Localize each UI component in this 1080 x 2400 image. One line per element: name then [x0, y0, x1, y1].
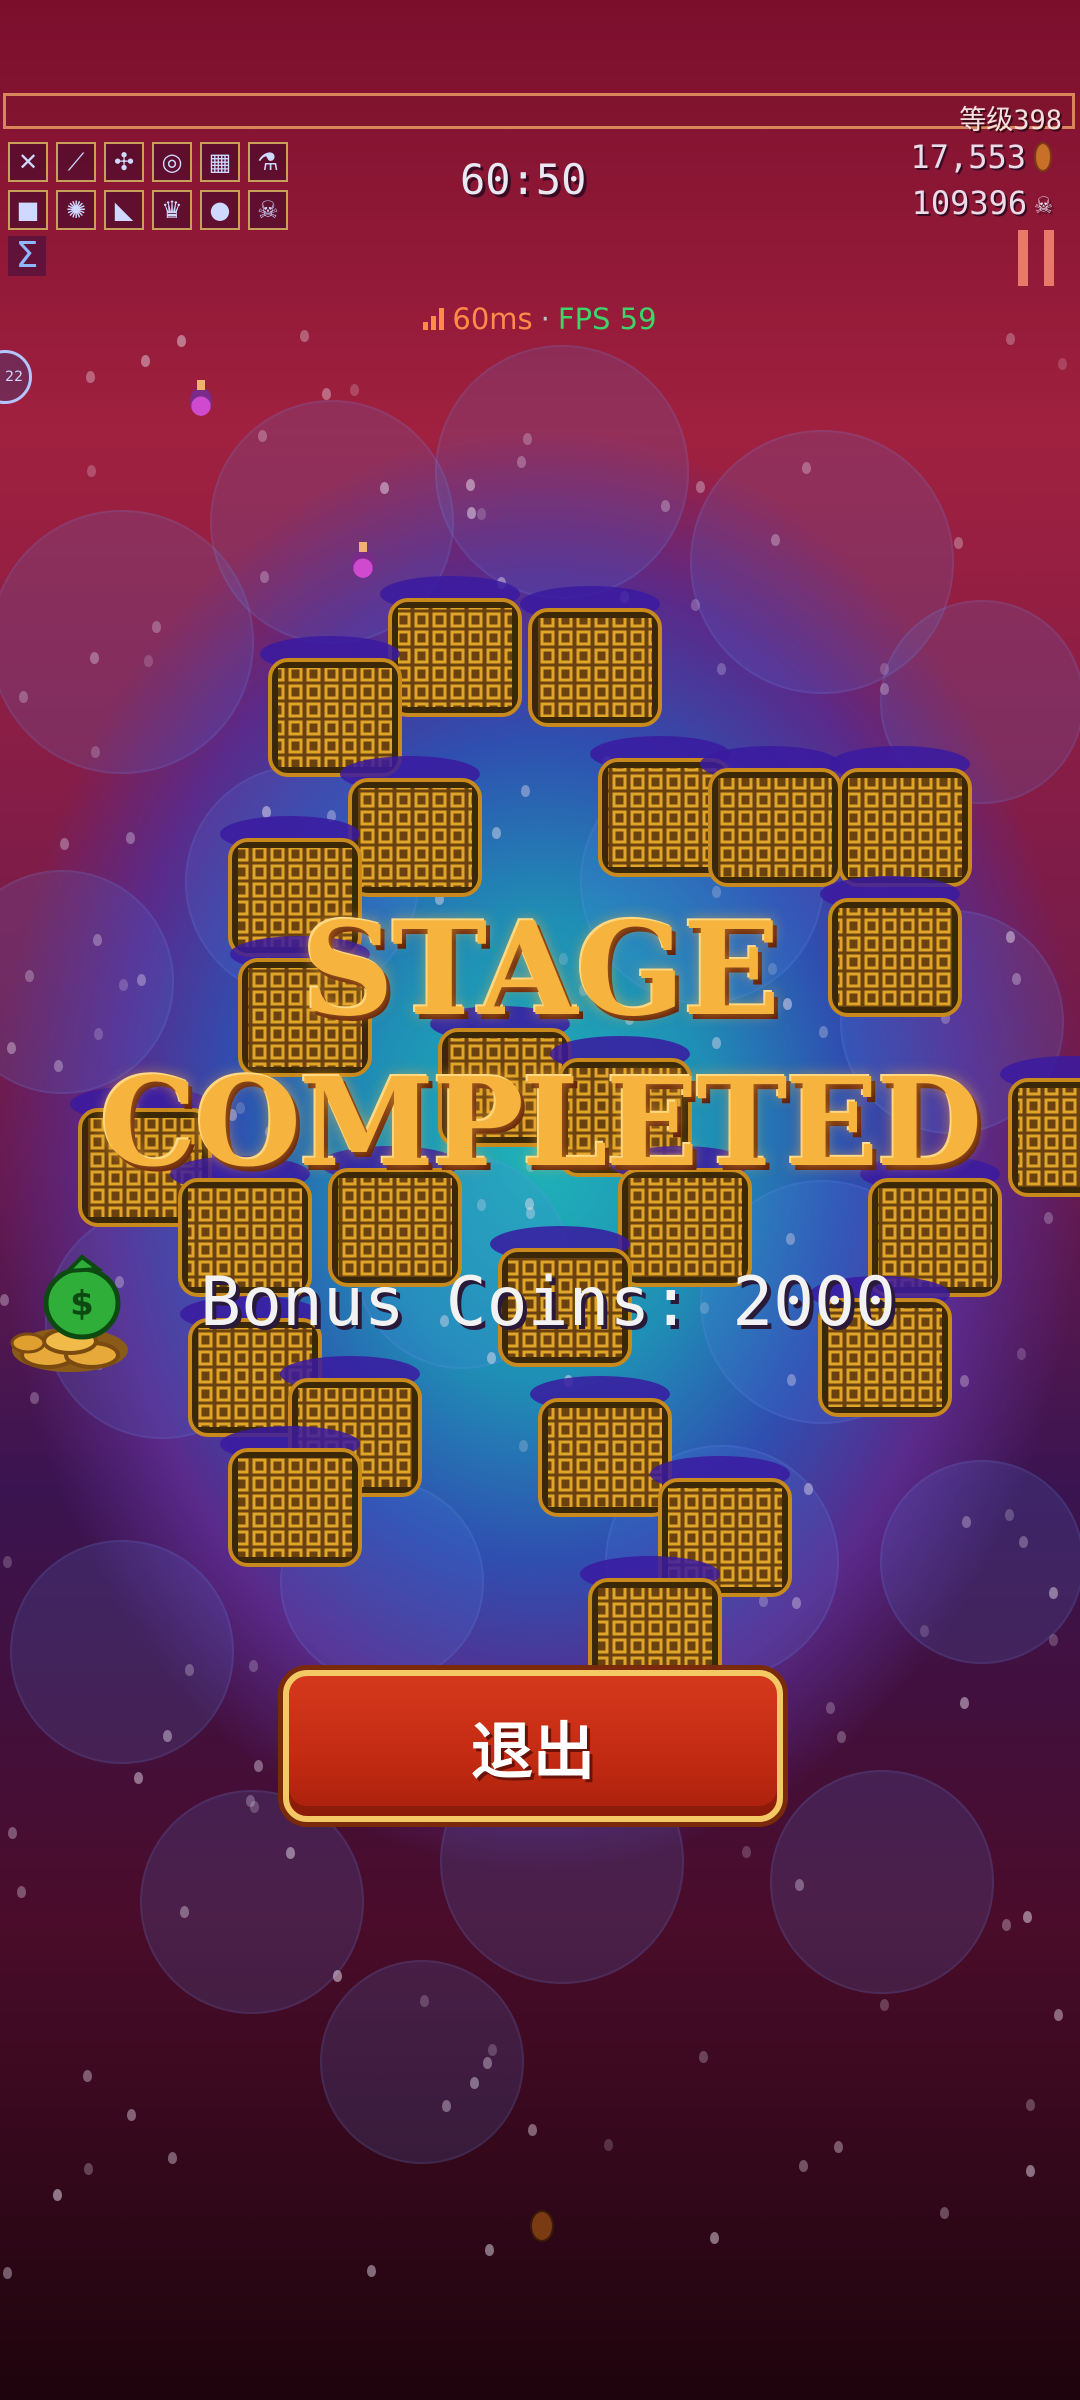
bonus-row: $ Bonus Coins: 2000: [0, 1245, 1080, 1385]
enemy-bush: [700, 746, 842, 887]
network-status: 60ms · FPS 59: [0, 302, 1080, 336]
red-box-icon: ■: [8, 190, 48, 230]
experience-bar: 等级398: [3, 93, 1075, 136]
game-screen[interactable]: 等级398 ✕ ⟋ ✣ ◎ ▦ ⚗ ■ ✺ ◣ ♛ ● ☠ Σ 60:50 17,553 10939…: [0, 0, 1080, 2400]
enemy-swarm: [70, 576, 1080, 1697]
orb-icon: ●: [200, 190, 240, 230]
coin-icon: [1034, 142, 1052, 172]
separator: ·: [540, 302, 550, 336]
completed-title: COMPLETED: [99, 1050, 983, 1194]
svg-text:$: $: [70, 1284, 94, 1324]
fps-value: FPS 59: [557, 302, 657, 336]
pause-icon: [1018, 230, 1028, 286]
coin-pickup-icon: [530, 2210, 554, 2242]
plant-icon: ✣: [104, 142, 144, 182]
enemy-bush: [260, 636, 402, 777]
grid-icon: ▦: [200, 142, 240, 182]
enemy-bush: [830, 746, 972, 887]
flask-icon: ⚗: [248, 142, 288, 182]
spider-icon: ✺: [56, 190, 96, 230]
kill-count: 109396: [911, 184, 1028, 222]
sigma-icon[interactable]: Σ: [8, 236, 46, 276]
coin-counter: 17,553: [910, 138, 1052, 176]
survival-timer: 60:50: [460, 155, 587, 204]
level-label: 等级398: [959, 105, 1062, 136]
signal-icon: [423, 308, 445, 330]
crossed-lines-icon: ✕: [8, 142, 48, 182]
pause-button[interactable]: [1018, 230, 1054, 286]
potion-pickup-icon: [190, 380, 212, 416]
bonus-coins-text: Bonus Coins: 2000: [200, 1263, 896, 1342]
kill-counter: 109396 ☠: [912, 184, 1052, 222]
enemy-bush: [520, 586, 662, 727]
ping-value: 60ms: [452, 302, 533, 336]
enemy-bush: [530, 1376, 672, 1517]
skull-icon: ☠: [1035, 186, 1052, 220]
enemy-bush: [220, 1426, 362, 1567]
exit-button[interactable]: 退出: [283, 1670, 783, 1822]
stage-title: STAGE: [301, 895, 781, 1045]
money-bag-icon: $: [10, 1254, 128, 1372]
target-icon: ◎: [152, 142, 192, 182]
potion-pickup-icon: [352, 542, 374, 578]
crown-icon: ♛: [152, 190, 192, 230]
wand-icon: ⟋: [56, 142, 96, 182]
coin-count: 17,553: [910, 138, 1026, 176]
scroll-icon: ◣: [104, 190, 144, 230]
skull-icon: ☠: [248, 190, 288, 230]
